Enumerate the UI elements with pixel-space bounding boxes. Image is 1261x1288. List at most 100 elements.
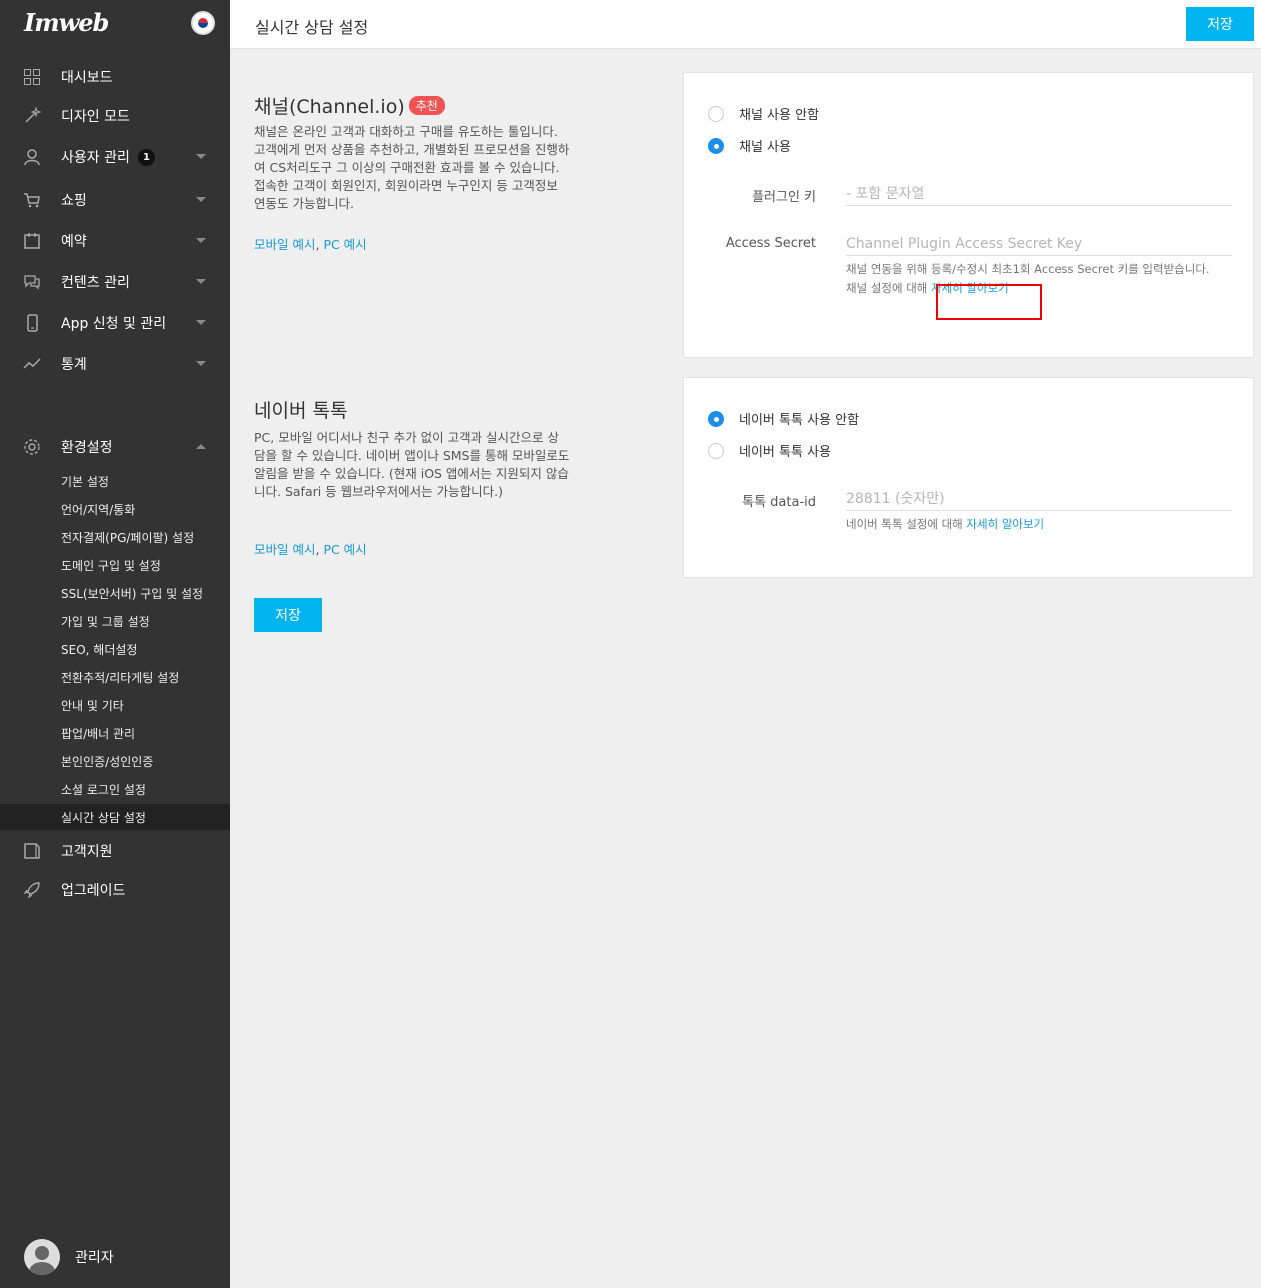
sidebar-item-support[interactable]: 고객지원 [0,833,230,869]
gear-icon [22,437,42,457]
sidebar-subitem-label: 팝업/배너 관리 [61,726,136,741]
pc-example-link[interactable]: PC 예시 [323,542,366,557]
plugin-key-input[interactable] [846,182,1232,206]
sidebar-subitem[interactable]: 전자결제(PG/페이팔) 설정 [0,524,230,550]
notification-badge: 1 [138,148,155,166]
sidebar-subitem[interactable]: 안내 및 기타 [0,692,230,718]
sidebar-item-label: 쇼핑 [61,193,87,209]
sidebar-item-app[interactable]: App 신청 및 관리 [0,305,230,341]
magic-wand-icon [22,106,42,126]
access-secret-label: Access Secret [725,236,816,251]
sidebar-subitem-label: 전자결제(PG/페이팔) 설정 [61,530,195,545]
chevron-down-icon [196,320,206,325]
sidebar-subitem-label: 도메인 구입 및 설정 [61,558,161,573]
radio-circle[interactable] [708,105,724,122]
learn-more-link[interactable]: 자세히 알아보기 [966,517,1044,531]
sidebar-item-label: 디자인 모드 [61,109,130,125]
channel-disable-radio[interactable]: 채널 사용 안함 [708,104,819,123]
sidebar-item-contents[interactable]: 컨텐츠 관리 [0,264,230,300]
radio-label: 네이버 톡톡 사용 안함 [739,413,860,428]
sidebar-subitem-active[interactable]: 실시간 상담 설정 [0,804,230,830]
user-icon [22,147,42,167]
korea-flag-icon[interactable] [191,11,215,35]
channel-description: 채널은 온라인 고객과 대화하고 구매를 유도하는 툴입니다. 고객에게 먼저 … [254,124,570,211]
sidebar-subitem[interactable]: 전환추적/리타게팅 설정 [0,664,230,690]
recommended-badge: 추천 [408,96,445,115]
sidebar-subitem[interactable]: SSL(보안서버) 구입 및 설정 [0,580,230,606]
naver-example-links: 모바일 예시, PC 예시 [254,539,367,558]
sidebar-subitem-label: SSL(보안서버) 구입 및 설정 [61,586,204,601]
naver-description: PC, 모바일 어디서나 친구 추가 없이 고객과 실시간으로 상담을 할 수 … [254,430,570,499]
sidebar-subitem-label: 본인인증/성인인증 [61,754,154,769]
radio-label: 채널 사용 안함 [739,108,820,123]
sidebar-item-booking[interactable]: 예약 [0,223,230,259]
sidebar-item-label: 통계 [61,357,87,373]
radio-label: 네이버 톡톡 사용 [739,445,831,460]
mobile-example-link[interactable]: 모바일 예시 [254,542,315,557]
sidebar-subitem-label: 소셜 로그인 설정 [61,782,146,797]
sidebar-item-dashboard[interactable]: 대시보드 [0,59,230,95]
chevron-up-icon [196,444,206,449]
chevron-down-icon [196,361,206,366]
sidebar-item-upgrade[interactable]: 업그레이드 [0,872,230,908]
sidebar-subitem[interactable]: 언어/지역/통화 [0,496,230,522]
user-name: 관리자 [75,1250,114,1266]
logo-bar: Imweb [0,0,230,50]
chevron-down-icon [196,279,206,284]
pc-example-link[interactable]: PC 예시 [323,237,366,252]
mobile-example-link[interactable]: 모바일 예시 [254,237,315,252]
channel-example-links: 모바일 예시, PC 예시 [254,234,367,253]
sidebar-subitem[interactable]: 도메인 구입 및 설정 [0,552,230,578]
sidebar-subitem[interactable]: SEO, 해더설정 [0,636,230,662]
help-prefix: 채널 설정에 대해 [846,281,932,295]
logo[interactable]: Imweb [24,8,109,37]
talktalk-id-input[interactable] [846,487,1232,511]
save-button[interactable]: 저장 [254,598,322,632]
header-save-button[interactable]: 저장 [1186,7,1254,41]
access-secret-input[interactable] [846,232,1232,256]
sidebar-subitem[interactable]: 소셜 로그인 설정 [0,776,230,802]
sidebar-subitem[interactable]: 기본 설정 [0,468,230,494]
sidebar-subitem[interactable]: 가입 및 그룹 설정 [0,608,230,634]
sidebar-subitem[interactable]: 본인인증/성인인증 [0,748,230,774]
sidebar-item-shopping[interactable]: 쇼핑 [0,182,230,218]
radio-circle-selected[interactable] [708,137,724,154]
channel-settings-card: 채널 사용 안함 채널 사용 플러그인 키 Access Secret 채널 연… [683,72,1254,358]
naver-enable-radio[interactable]: 네이버 톡톡 사용 [708,441,831,460]
naver-disable-radio[interactable]: 네이버 톡톡 사용 안함 [708,409,859,428]
rocket-icon [22,880,42,900]
sidebar-item-label: 업그레이드 [61,883,126,899]
help-text: 채널 연동을 위해 등록/수정시 최초1회 Access Secret 키를 입… [846,262,1210,276]
sidebar-item-label: 대시보드 [61,70,113,86]
header: 실시간 상담 설정 저장 [230,0,1261,49]
help-prefix: 네이버 톡톡 설정에 대해 [846,517,967,531]
sidebar-item-design-mode[interactable]: 디자인 모드 [0,98,230,134]
calendar-icon [22,231,42,251]
plugin-key-label: 플러그인 키 [752,190,816,205]
sidebar-item-stats[interactable]: 통계 [0,346,230,382]
chevron-down-icon [196,238,206,243]
sidebar-subitem-label: 가입 및 그룹 설정 [61,614,150,629]
sidebar-subitem-label: 기본 설정 [61,474,109,489]
avatar[interactable] [24,1239,60,1275]
sidebar-subitem-label: SEO, 해더설정 [61,642,138,657]
user-profile[interactable]: 관리자 [0,1225,230,1288]
sidebar-item-settings[interactable]: 환경설정 [0,429,230,465]
mobile-phone-icon [22,313,42,333]
dashboard-icon [22,67,42,87]
sidebar-subitem-label: 안내 및 기타 [61,698,124,713]
sidebar-item-users[interactable]: 사용자 관리 1 [0,139,230,175]
sidebar-subitem[interactable]: 팝업/배너 관리 [0,720,230,746]
cart-icon [22,190,42,210]
trend-line-icon [22,354,42,374]
radio-circle-selected[interactable] [708,410,724,427]
chevron-down-icon [196,154,206,159]
channel-title-text: 채널(Channel.io) [254,96,405,118]
radio-label: 채널 사용 [739,140,791,155]
chevron-down-icon [196,197,206,202]
sidebar-subitem-label: 실시간 상담 설정 [61,810,146,825]
channel-enable-radio[interactable]: 채널 사용 [708,136,791,155]
radio-circle[interactable] [708,442,724,459]
talktalk-help: 네이버 톡톡 설정에 대해 자세히 알아보기 [846,516,1232,532]
sidebar-subitem-label: 전환추적/리타게팅 설정 [61,670,180,685]
